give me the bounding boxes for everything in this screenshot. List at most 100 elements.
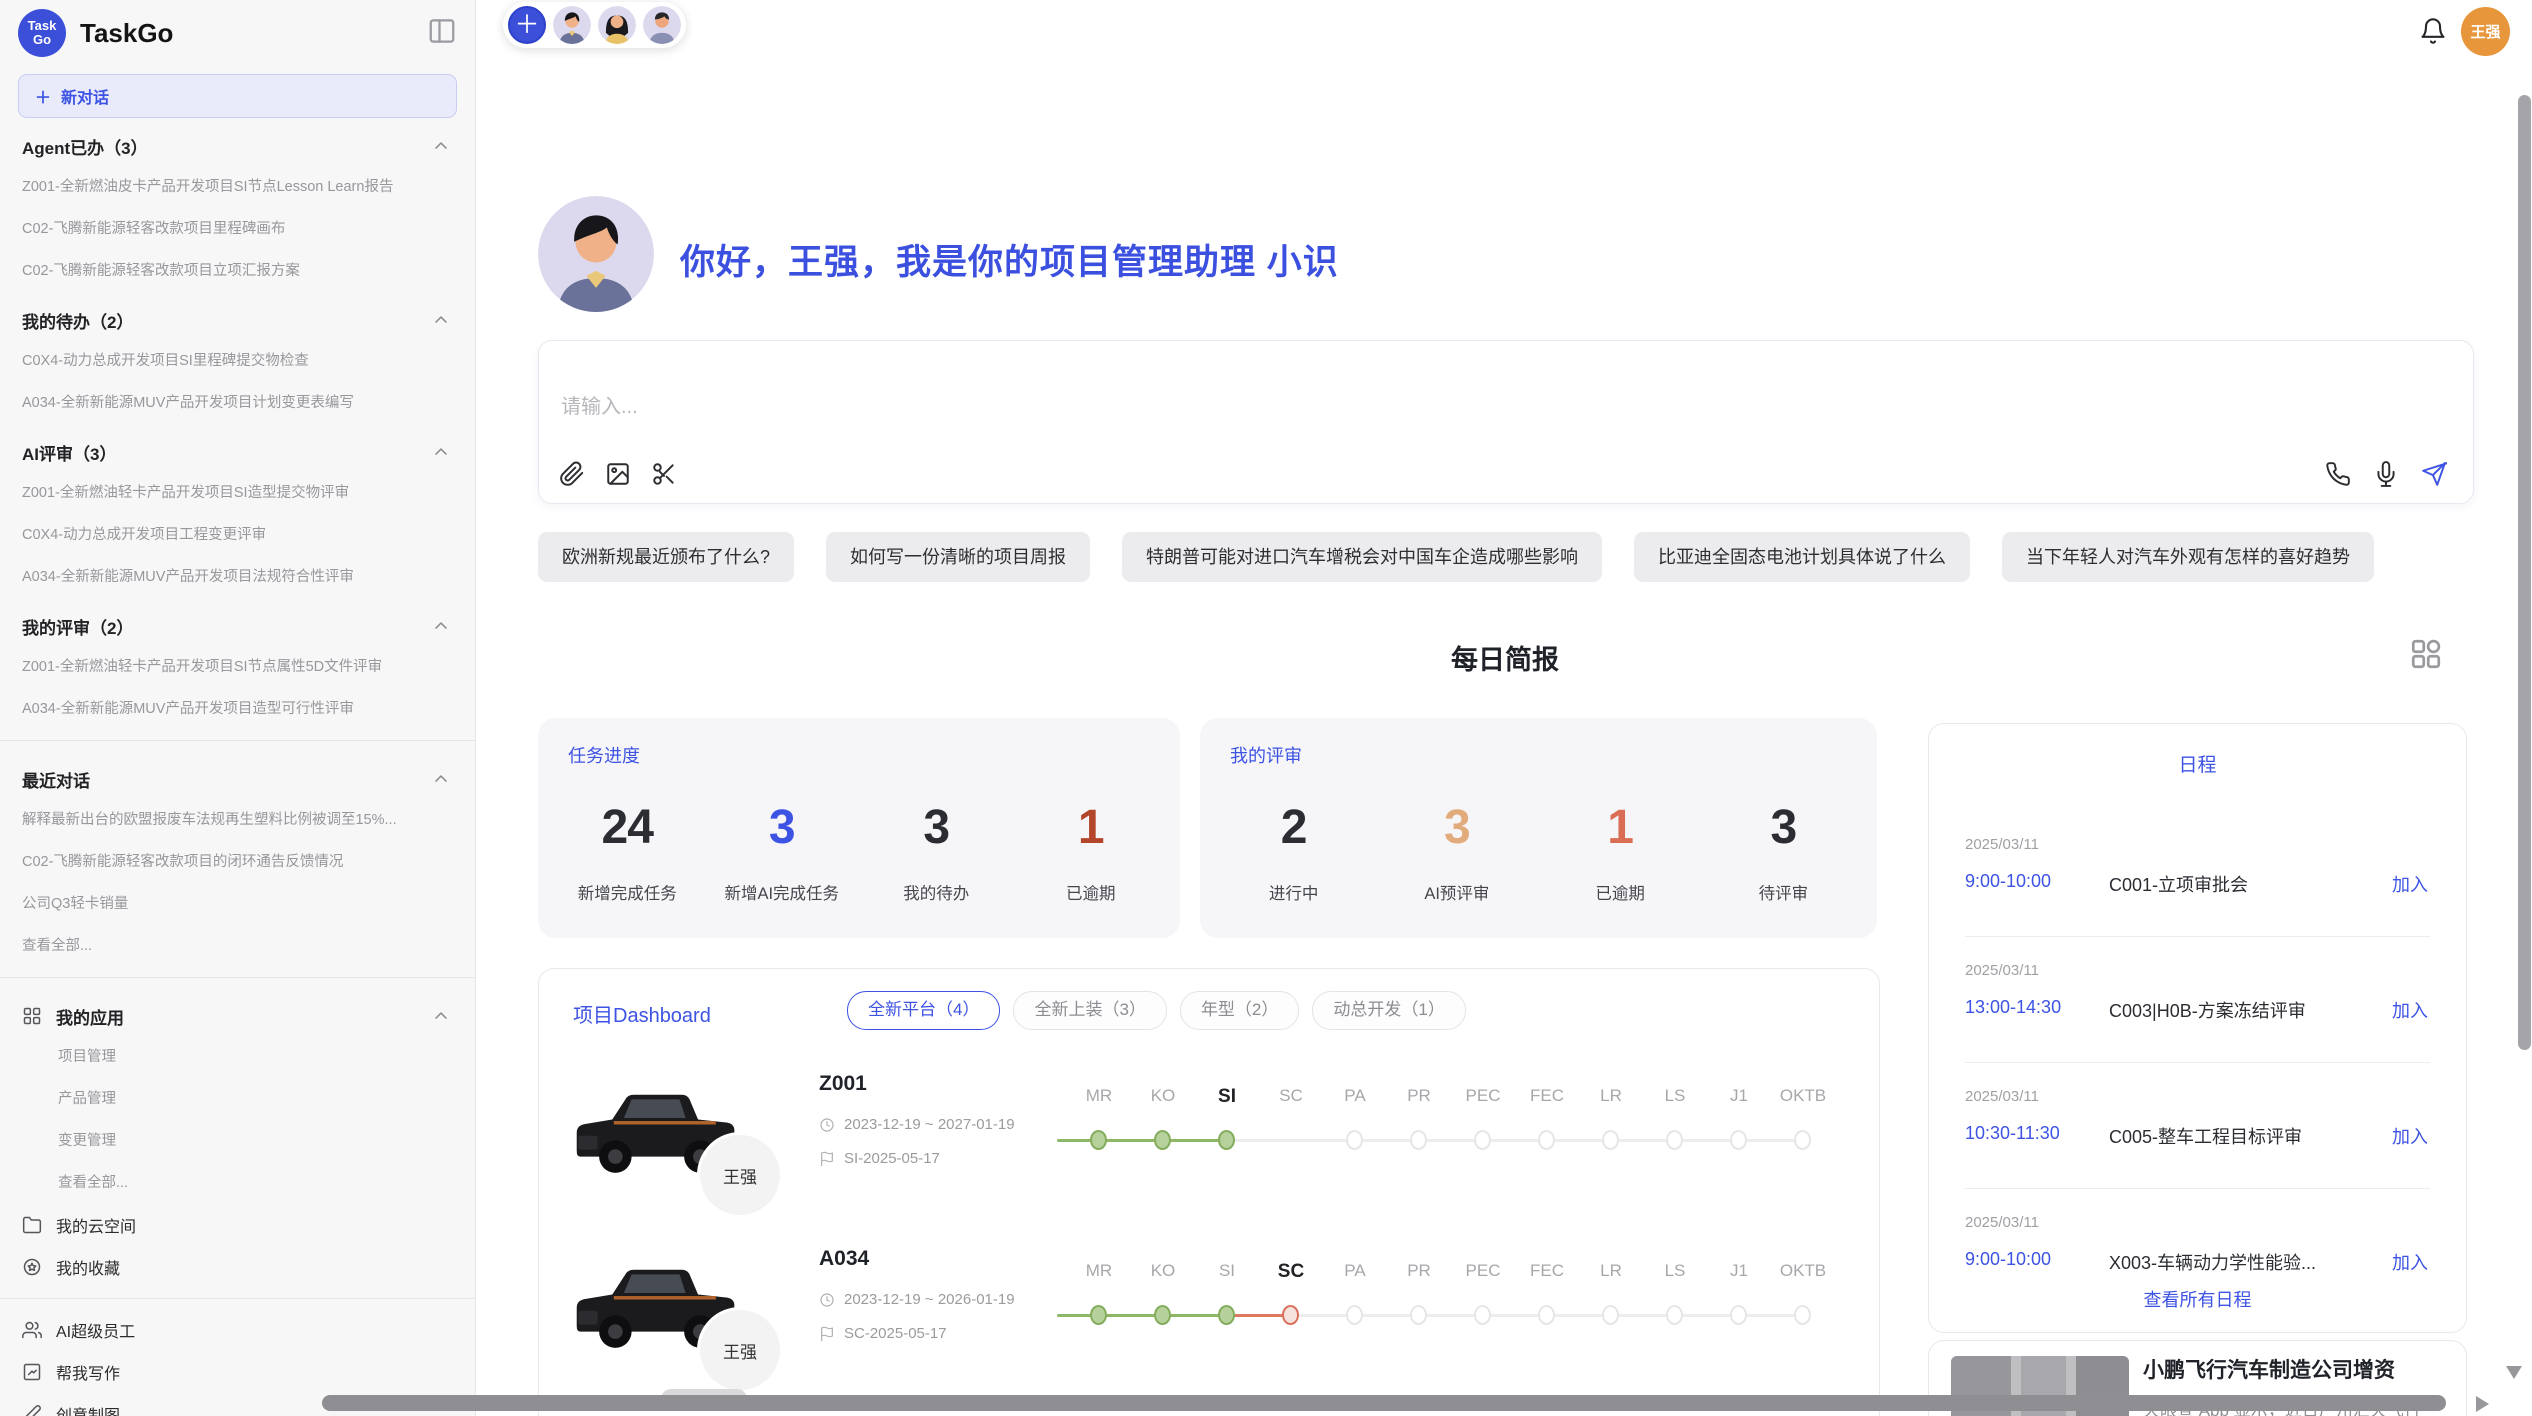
chat-input[interactable] [559, 395, 1463, 420]
dashboard-tab[interactable]: 全新平台（4） [847, 991, 1000, 1030]
stat-value: 3 [859, 800, 1014, 856]
news-title: 小鹏飞行汽车制造公司增资 [2143, 1354, 2443, 1384]
notifications-bell-icon[interactable] [2419, 17, 2447, 45]
sidebar-item[interactable]: A034-全新新能源MUV产品开发项目造型可行性评审 [0, 688, 475, 730]
recent-chat-item[interactable]: C02-飞腾新能源轻客改款项目的闭环通告反馈情况 [0, 841, 475, 883]
my-apps-title-wrap: 我的应用 [22, 1004, 124, 1029]
briefing-stats: 24新增完成任务3新增AI完成任务3我的待办1已逾期 [550, 800, 1168, 904]
sidebar-group-header[interactable]: 我的评审（2） [0, 606, 475, 646]
horizontal-scrollbar[interactable] [322, 1395, 2446, 1411]
screenshot-scissors-icon[interactable] [651, 461, 677, 487]
scroll-down-arrow[interactable] [2506, 1366, 2522, 1379]
event-date: 2025/03/11 [1965, 1088, 2039, 1105]
dashboard-tab[interactable]: 动总开发（1） [1312, 991, 1465, 1030]
sidebar-item[interactable]: C0X4-动力总成开发项目工程变更评审 [0, 514, 475, 556]
clock-icon [819, 1117, 835, 1133]
view-all-chats-link[interactable]: 查看全部... [0, 925, 475, 967]
recent-chats-header[interactable]: 最近对话 [0, 759, 475, 799]
briefing-stat: 2进行中 [1212, 800, 1375, 904]
briefing-layout-icon[interactable] [2408, 636, 2444, 672]
recent-chat-item[interactable]: 解释最新出台的欧盟报废车法规再生塑料比例被调至15%... [0, 799, 475, 841]
event-join-link[interactable]: 加入 [2392, 871, 2428, 897]
chevron-up-icon[interactable] [431, 616, 451, 636]
send-icon[interactable] [2421, 461, 2447, 487]
sidebar-tool[interactable]: AI超级员工 [0, 1309, 475, 1351]
milestone-label: PEC [1466, 1261, 1501, 1281]
view-all-schedule-link[interactable]: 查看所有日程 [1929, 1286, 2466, 1312]
milestone-node [1794, 1305, 1811, 1325]
milestone-label: KO [1151, 1086, 1176, 1106]
sidebar-item[interactable]: Z001-全新燃油轻卡产品开发项目SI造型提交物评审 [0, 472, 475, 514]
suggestion-chip[interactable]: 如何写一份清晰的项目周报 [826, 532, 1090, 582]
suggestion-chip[interactable]: 特朗普可能对进口汽车增税会对中国车企造成哪些影响 [1122, 532, 1602, 582]
scroll-right-arrow[interactable] [2476, 1396, 2489, 1412]
milestone-label: LS [1665, 1086, 1686, 1106]
new-chat-button[interactable]: ＋ 新对话 [18, 74, 457, 118]
milestone-node [1218, 1305, 1235, 1325]
label: 创意制图 [56, 1402, 120, 1416]
dashboard-tab[interactable]: 全新上装（3） [1013, 991, 1166, 1030]
event-time: 9:00-10:00 [1965, 1249, 2051, 1270]
sidebar-tool[interactable]: 帮我写作 [0, 1351, 475, 1393]
sidebar-header: Task Go TaskGo [0, 0, 475, 66]
my-apps-header[interactable]: 我的应用 [0, 996, 475, 1036]
event-join-link[interactable]: 加入 [2392, 997, 2428, 1023]
add-session-button[interactable]: ＋ [508, 6, 546, 44]
chevron-up-icon[interactable] [431, 1006, 451, 1026]
view-all-apps-link[interactable]: 查看全部... [0, 1162, 475, 1204]
app-item[interactable]: 变更管理 [0, 1120, 475, 1162]
schedule-card: 日程 2025/03/119:00-10:00C001-立项审批会加入2025/… [1928, 723, 2467, 1333]
sidebar-item[interactable]: Z001-全新燃油皮卡产品开发项目SI节点Lesson Learn报告 [0, 166, 475, 208]
vertical-scrollbar[interactable] [2518, 95, 2531, 1050]
suggestion-chip[interactable]: 比亚迪全固态电池计划具体说了什么 [1634, 532, 1970, 582]
chevron-up-icon[interactable] [431, 310, 451, 330]
user-avatar[interactable]: 王强 [2461, 7, 2510, 56]
event-join-link[interactable]: 加入 [2392, 1249, 2428, 1275]
flag-icon [819, 1151, 835, 1167]
divider [0, 977, 475, 978]
sidebar-item[interactable]: A034-全新新能源MUV产品开发项目法规符合性评审 [0, 556, 475, 598]
milestone-label: PA [1344, 1086, 1365, 1106]
suggestion-chip[interactable]: 欧洲新规最近颁布了什么? [538, 532, 794, 582]
flag-icon [819, 1326, 835, 1342]
sidebar-shortcut[interactable]: 我的云空间 [0, 1204, 475, 1246]
sidebar-group-header[interactable]: Agent已办（3） [0, 126, 475, 166]
sidebar-item[interactable]: C02-飞腾新能源轻客改款项目里程碑画布 [0, 208, 475, 250]
milestone-node [1730, 1130, 1747, 1150]
app-title: TaskGo [80, 18, 173, 49]
recent-chat-item[interactable]: 公司Q3轻卡销量 [0, 883, 475, 925]
sidebar-group-header[interactable]: AI评审（3） [0, 432, 475, 472]
milestone-node [1538, 1305, 1555, 1325]
sidebar-item[interactable]: C02-飞腾新能源轻客改款项目立项汇报方案 [0, 250, 475, 292]
suggestion-chip[interactable]: 当下年轻人对汽车外观有怎样的喜好趋势 [2002, 532, 2374, 582]
image-upload-icon[interactable] [605, 461, 631, 487]
milestone-label: J1 [1730, 1086, 1748, 1106]
voice-call-icon[interactable] [2325, 461, 2351, 487]
chevron-up-icon[interactable] [431, 769, 451, 789]
sidebar-shortcut[interactable]: 我的收藏 [0, 1246, 475, 1288]
chevron-up-icon[interactable] [431, 136, 451, 156]
sidebar-item[interactable]: Z001-全新燃油轻卡产品开发项目SI节点属性5D文件评审 [0, 646, 475, 688]
dashboard-title: 项目Dashboard [573, 999, 711, 1028]
sidebar-group-header[interactable]: 我的待办（2） [0, 300, 475, 340]
sidebar-group: 我的待办（2）C0X4-动力总成开发项目SI里程碑提交物检查A034-全新新能源… [0, 300, 475, 424]
milestone-node [1794, 1130, 1811, 1150]
sidebar-item[interactable]: A034-全新新能源MUV产品开发项目计划变更表编写 [0, 382, 475, 424]
agent-avatar-2[interactable] [598, 6, 636, 44]
chevron-up-icon[interactable] [431, 442, 451, 462]
attachment-icon[interactable] [559, 461, 585, 487]
sidebar-item[interactable]: C0X4-动力总成开发项目SI里程碑提交物检查 [0, 340, 475, 382]
new-chat-label: 新对话 [61, 84, 109, 108]
milestone-label: SC [1279, 1086, 1303, 1106]
agent-avatar-1[interactable] [553, 6, 591, 44]
event-join-link[interactable]: 加入 [2392, 1123, 2428, 1149]
microphone-icon[interactable] [2373, 461, 2399, 487]
dashboard-tab[interactable]: 年型（2） [1180, 991, 1299, 1030]
stat-label: 已逾期 [1539, 880, 1702, 904]
app-item[interactable]: 产品管理 [0, 1078, 475, 1120]
stat-value: 3 [1702, 800, 1865, 856]
app-item[interactable]: 项目管理 [0, 1036, 475, 1078]
collapse-sidebar-icon[interactable] [425, 14, 459, 48]
agent-avatar-3[interactable] [643, 6, 681, 44]
stat-label: 待评审 [1702, 880, 1865, 904]
